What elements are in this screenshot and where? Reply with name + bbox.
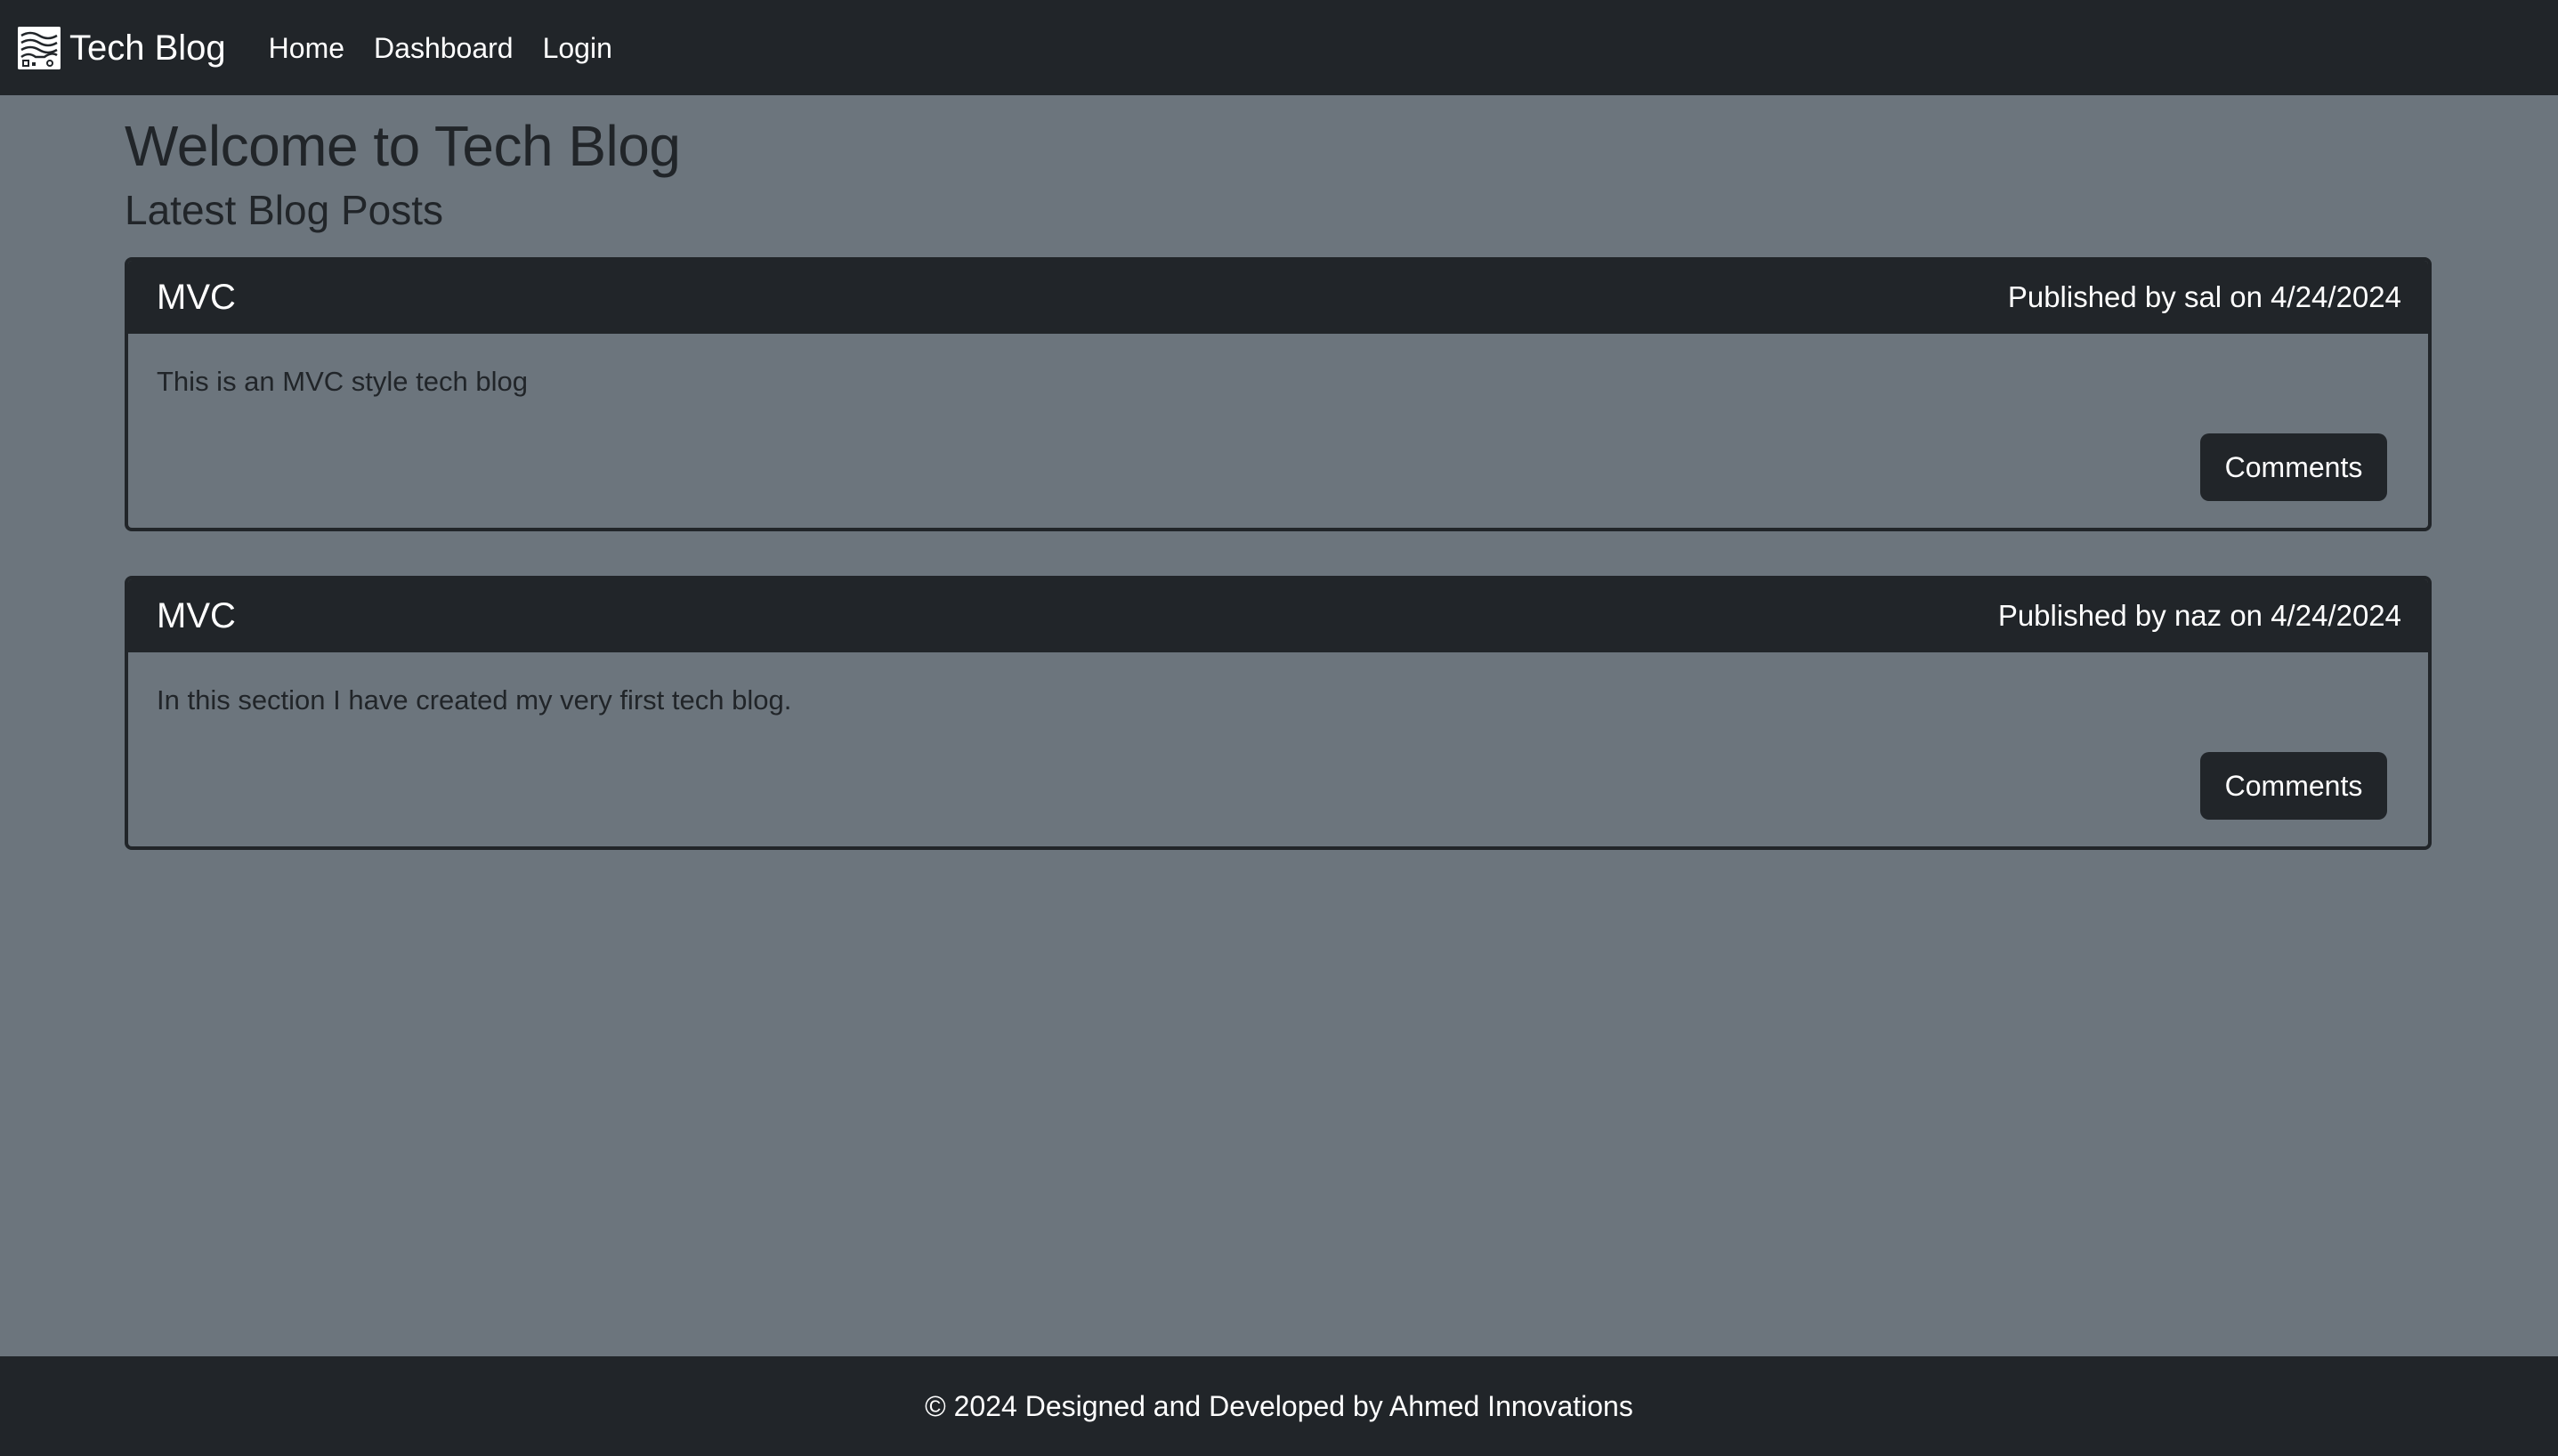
footer-copyright: © 2024 Designed and Developed by Ahmed I… xyxy=(925,1389,1633,1422)
post-title: MVC xyxy=(157,595,236,635)
post-card: MVC Published by sal on 4/24/2024 This i… xyxy=(125,257,2432,531)
post-card: MVC Published by naz on 4/24/2024 In thi… xyxy=(125,576,2432,850)
main-content: Welcome to Tech Blog Latest Blog Posts M… xyxy=(125,95,2432,850)
post-title: MVC xyxy=(157,277,236,317)
brand-link[interactable]: Tech Blog xyxy=(18,26,226,69)
post-body-text: This is an MVC style tech blog xyxy=(157,366,528,397)
brand-title: Tech Blog xyxy=(69,28,226,68)
comments-button[interactable]: Comments xyxy=(2200,433,2387,501)
post-card-header: MVC Published by naz on 4/24/2024 xyxy=(128,579,2428,652)
comments-button[interactable]: Comments xyxy=(2200,752,2387,820)
post-card-header: MVC Published by sal on 4/24/2024 xyxy=(128,261,2428,334)
post-card-body: In this section I have created my very f… xyxy=(128,652,2428,846)
top-navbar: Tech Blog Home Dashboard Login xyxy=(0,0,2558,95)
post-meta: Published by naz on 4/24/2024 xyxy=(1997,599,2401,632)
post-card-body: This is an MVC style tech blog Comments xyxy=(128,334,2428,528)
post-meta: Published by sal on 4/24/2024 xyxy=(2007,280,2401,313)
nav-links: Home Dashboard Login xyxy=(269,34,642,62)
post-body-text: In this section I have created my very f… xyxy=(157,684,792,716)
section-title: Latest Blog Posts xyxy=(125,187,443,234)
circuit-logo-icon xyxy=(18,26,61,69)
nav-link-login[interactable]: Login xyxy=(543,34,612,62)
nav-link-dashboard[interactable]: Dashboard xyxy=(374,34,514,62)
nav-link-home[interactable]: Home xyxy=(269,34,344,62)
page-title: Welcome to Tech Blog xyxy=(125,114,681,178)
page-footer: © 2024 Designed and Developed by Ahmed I… xyxy=(0,1356,2558,1456)
